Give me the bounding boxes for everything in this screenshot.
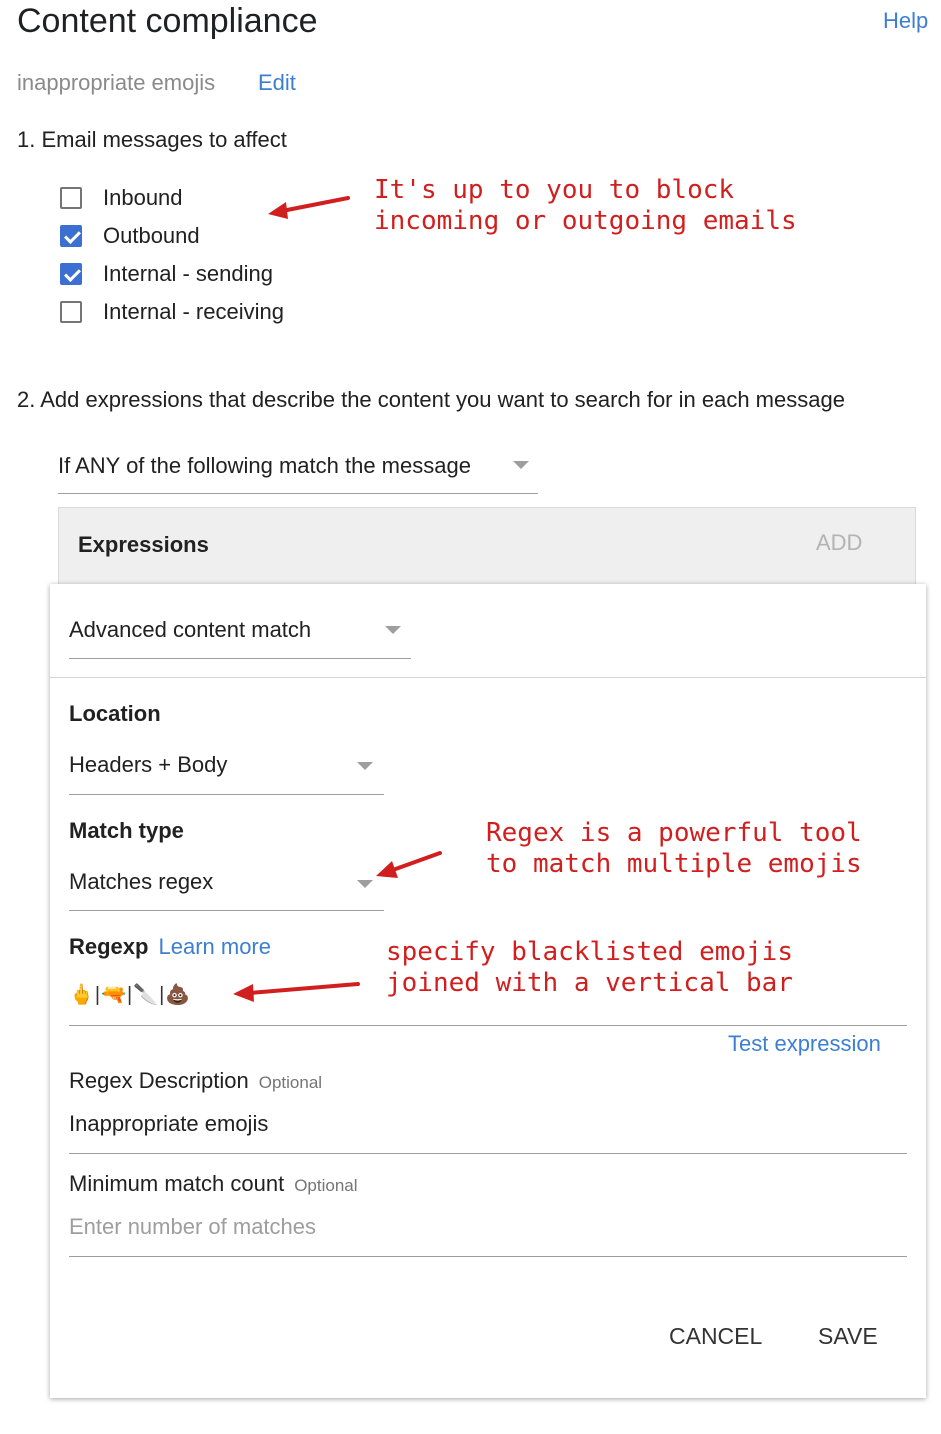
- regexp-input[interactable]: 🖕|🔫|🔪|💩: [69, 982, 191, 1007]
- annotation-note-block: Regex is a powerful tool to match multip…: [486, 818, 862, 880]
- optional-hint: Optional: [294, 1176, 358, 1195]
- annotation-note-block: It's up to you to block incoming or outg…: [374, 175, 797, 237]
- annotation-arrow-icon: [268, 196, 350, 219]
- regexp-label: Regexp: [69, 934, 149, 959]
- description-label-row: Regex Description Optional: [69, 1068, 322, 1094]
- checkbox-internal-sending[interactable]: Internal - sending: [60, 258, 273, 290]
- cancel-button[interactable]: CANCEL: [669, 1323, 762, 1350]
- annotation-line: Regex is a powerful tool: [486, 818, 862, 848]
- description-underline: [69, 1153, 907, 1154]
- condition-dropdown[interactable]: If ANY of the following match the messag…: [58, 449, 538, 494]
- chevron-down-icon: [513, 461, 529, 469]
- chevron-down-icon: [385, 626, 401, 634]
- annotation-line: incoming or outgoing emails: [374, 206, 797, 236]
- checkbox-inbound[interactable]: Inbound: [60, 182, 183, 214]
- description-input[interactable]: Inappropriate emojis: [69, 1111, 268, 1137]
- annotation-line: It's up to you to block: [374, 175, 735, 205]
- optional-hint: Optional: [258, 1073, 323, 1092]
- match-type-label: Match type: [69, 818, 184, 843]
- annotation-arrow-icon: [376, 851, 442, 878]
- edit-link[interactable]: Edit: [258, 70, 296, 96]
- annotation-arrow-icon: [233, 982, 360, 1002]
- test-expression-link[interactable]: Test expression: [728, 1031, 881, 1057]
- chevron-down-icon: [357, 880, 373, 888]
- regexp-label-row: Regexp Learn more: [69, 934, 271, 960]
- min-count-underline: [69, 1256, 907, 1257]
- expression-type-dropdown[interactable]: Advanced content match: [69, 608, 411, 659]
- add-button[interactable]: ADD: [816, 530, 862, 556]
- section-heading-expressions: 2. Add expressions that describe the con…: [17, 387, 845, 412]
- location-value: Headers + Body: [69, 752, 228, 777]
- section-heading-messages: 1. Email messages to affect: [17, 127, 287, 152]
- min-count-label: Minimum match count: [69, 1171, 285, 1196]
- checkbox-box[interactable]: [60, 263, 82, 285]
- description-label: Regex Description: [69, 1068, 249, 1093]
- learn-more-link[interactable]: Learn more: [158, 934, 271, 959]
- min-count-input[interactable]: Enter number of matches: [69, 1214, 316, 1240]
- checkbox-label: Inbound: [103, 185, 183, 210]
- expressions-title: Expressions: [78, 532, 209, 557]
- divider: [50, 677, 926, 678]
- condition-value: If ANY of the following match the messag…: [58, 453, 471, 478]
- checkbox-label: Internal - sending: [103, 261, 273, 286]
- page-title: Content compliance: [17, 2, 318, 40]
- chevron-down-icon: [357, 762, 373, 770]
- annotation-line: specify blacklisted emojis: [386, 937, 793, 967]
- annotation-note-block: specify blacklisted emojis joined with a…: [386, 937, 793, 999]
- checkbox-label: Outbound: [103, 223, 200, 248]
- expressions-header: Expressions ADD: [58, 507, 916, 585]
- checkbox-internal-receiving[interactable]: Internal - receiving: [60, 296, 284, 328]
- checkbox-label: Internal - receiving: [103, 299, 284, 324]
- regexp-underline: [69, 1025, 907, 1026]
- checkbox-box[interactable]: [60, 187, 82, 209]
- annotation-line: joined with a vertical bar: [386, 968, 793, 998]
- save-button[interactable]: SAVE: [818, 1323, 878, 1350]
- help-link[interactable]: Help: [883, 8, 928, 34]
- checkbox-outbound[interactable]: Outbound: [60, 220, 200, 252]
- match-type-value: Matches regex: [69, 869, 214, 894]
- checkbox-box[interactable]: [60, 225, 82, 247]
- location-dropdown[interactable]: Headers + Body: [69, 744, 384, 795]
- min-count-label-row: Minimum match count Optional: [69, 1171, 358, 1197]
- checkbox-box[interactable]: [60, 301, 82, 323]
- rule-name: inappropriate emojis: [17, 70, 216, 95]
- location-label: Location: [69, 701, 161, 726]
- match-type-dropdown[interactable]: Matches regex: [69, 860, 384, 911]
- expression-type-value: Advanced content match: [69, 617, 312, 642]
- annotation-line: to match multiple emojis: [486, 849, 862, 879]
